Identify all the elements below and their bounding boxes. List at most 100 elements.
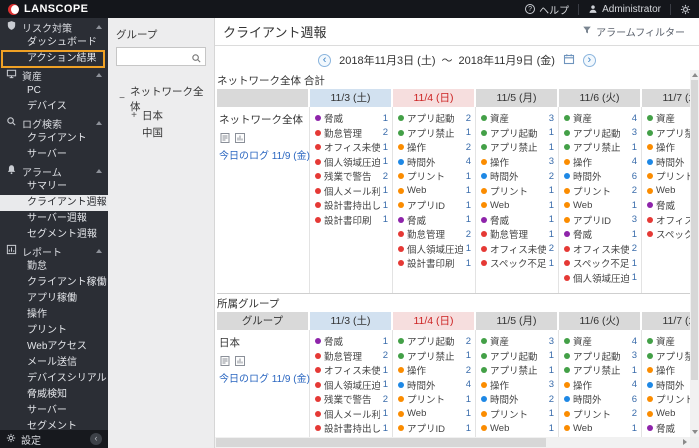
sidebar-item-label: メール送信	[27, 357, 77, 368]
sidebar-item-server-weekly[interactable]: サーバー週報	[0, 211, 108, 227]
vertical-scroll-thumb[interactable]	[691, 80, 698, 380]
sidebar-item-app-operation[interactable]: アプリ稼働	[0, 291, 108, 307]
next-week-button[interactable]: ›	[582, 53, 596, 67]
tree-node-china[interactable]: 中国	[116, 124, 206, 141]
sidebar-item-web-access[interactable]: Webアクセス	[0, 339, 108, 355]
vertical-scrollbar[interactable]	[690, 70, 699, 437]
sidebar-item-attendance[interactable]: 勤怠	[0, 259, 108, 275]
sidebar-item-summary[interactable]: サマリー	[0, 179, 108, 195]
sidebar-item-operation[interactable]: 操作	[0, 307, 108, 323]
alarm-count: 2	[548, 393, 554, 405]
sidebar-item-settings[interactable]: 設定 ‹	[0, 430, 108, 448]
alarm-entry: プリント 2	[564, 184, 637, 199]
calendar-icon[interactable]	[563, 53, 575, 68]
alarm-dot-icon	[481, 367, 487, 374]
search-icon	[191, 51, 202, 69]
user-menu[interactable]: Administrator	[588, 4, 661, 15]
alarm-label: 時間外	[573, 172, 602, 184]
alarm-dot-icon	[315, 158, 321, 165]
sidebar-section-log-search[interactable]: ログ検索	[0, 115, 108, 131]
sidebar-item-client[interactable]: クライアント	[0, 131, 108, 147]
horizontal-scroll-thumb[interactable]	[216, 438, 546, 447]
today-log-link[interactable]: 今日のログ 11/9 (金)	[219, 147, 310, 162]
alarm-dot-icon	[481, 187, 487, 194]
prev-week-button[interactable]: ‹	[318, 53, 332, 67]
alarm-count: 1	[465, 185, 471, 197]
alarm-count: 4	[465, 379, 471, 391]
graph-icon[interactable]	[234, 354, 246, 366]
weekly-report-icon[interactable]	[219, 131, 231, 143]
alarm-entry: 脅威 1	[398, 213, 471, 228]
alarm-count: 2	[631, 408, 637, 420]
expand-icon[interactable]: +	[130, 110, 138, 121]
sidebar-item-pc[interactable]: PC	[0, 83, 108, 99]
sidebar-item-threat-detection[interactable]: 脅威検知	[0, 387, 108, 403]
alarm-dot-icon	[315, 216, 321, 223]
sidebar-item-label: クライアント	[27, 133, 87, 144]
sidebar-section-report[interactable]: レポート	[0, 243, 108, 259]
alarm-label: オフィス未使用	[573, 244, 629, 256]
tree-node-network-all[interactable]: − ネットワーク全体	[116, 86, 206, 113]
alarm-count: 1	[548, 214, 554, 226]
alarm-entry: 脅威 1	[481, 213, 554, 228]
date-end: 2018年11月9日 (金)	[458, 55, 555, 67]
alarm-dot-icon	[398, 381, 404, 388]
sidebar-section-label: ログ検索	[22, 119, 62, 131]
alarm-filter-button[interactable]: アラームフィルター	[582, 24, 685, 39]
sidebar-item-mail-send[interactable]: メール送信	[0, 355, 108, 371]
collapse-icon[interactable]: −	[118, 93, 126, 104]
help-button[interactable]: ? ヘルプ	[525, 2, 569, 17]
date-column-header: 11/3 (土)	[310, 312, 393, 330]
collapse-sidebar-button[interactable]: ‹	[90, 433, 102, 445]
alarm-count: 1	[548, 422, 554, 434]
alarm-count: 3	[631, 350, 637, 362]
weekly-report-icon[interactable]	[219, 354, 231, 366]
alarm-dot-icon	[647, 381, 653, 388]
sidebar-item-device-serial[interactable]: デバイスシリアル	[0, 371, 108, 387]
alarm-entry: 操作 2	[398, 140, 471, 155]
alarm-entry: 資産 4	[564, 111, 637, 126]
alarm-count: 1	[548, 350, 554, 362]
gear-icon	[6, 433, 16, 446]
sidebar-section-assets[interactable]: 資産	[0, 67, 108, 83]
alarm-dot-icon	[398, 187, 404, 194]
sidebar-item-label: サーバー	[27, 405, 67, 416]
sidebar-item-server[interactable]: サーバー	[0, 147, 108, 163]
date-navigation: ‹ 2018年11月3日 (土) ～ 2018年11月9日 (金) ›	[215, 49, 699, 71]
alarm-entry: Web 1	[564, 198, 637, 213]
sidebar-item-client-operation[interactable]: クライアント稼働	[0, 275, 108, 291]
sidebar-item-dashboard[interactable]: ダッシュボード	[0, 35, 108, 51]
sidebar-item-devices[interactable]: デバイス	[0, 99, 108, 115]
horizontal-scrollbar[interactable]	[215, 437, 690, 448]
graph-icon[interactable]	[234, 131, 246, 143]
sidebar-item-segment-weekly[interactable]: セグメント週報	[0, 227, 108, 243]
row-icons	[219, 354, 305, 366]
alarm-dot-icon	[647, 144, 653, 151]
alarm-count: 1	[465, 127, 471, 139]
alarm-dot-icon	[481, 245, 487, 252]
alarm-dot-icon	[315, 352, 321, 359]
alarm-dot-icon	[481, 202, 487, 209]
alarm-entry: アプリ起動 3	[564, 349, 637, 364]
alarm-dot-icon	[564, 274, 570, 281]
help-label: ヘルプ	[539, 5, 570, 17]
sidebar-item-server-report[interactable]: サーバー	[0, 403, 108, 419]
today-log-link[interactable]: 今日のログ 11/9 (金)	[219, 370, 310, 385]
sidebar-section-risk[interactable]: リスク対策	[0, 19, 108, 35]
alarm-label: オフィス未使用	[324, 143, 380, 155]
topbar-settings-button[interactable]	[680, 4, 691, 15]
person-icon	[588, 4, 598, 14]
alarm-dot-icon	[398, 245, 404, 252]
sidebar-section-alarm[interactable]: アラーム	[0, 163, 108, 179]
alarm-label: アプリ起動	[490, 128, 538, 140]
alarm-label: 脅威	[407, 215, 427, 227]
alarm-dot-icon	[647, 202, 653, 209]
alarm-entry: 資産 3	[481, 334, 554, 349]
alarm-count: 1	[548, 364, 554, 376]
table-corner-cell	[217, 89, 310, 107]
sidebar-item-action-results[interactable]: アクション結果	[0, 50, 108, 68]
sidebar-item-label: デバイス	[27, 101, 67, 112]
sidebar-item-client-weekly[interactable]: クライアント週報	[0, 195, 108, 211]
sidebar-item-print[interactable]: プリント	[0, 323, 108, 339]
group-name: ネットワーク全体	[219, 114, 303, 126]
